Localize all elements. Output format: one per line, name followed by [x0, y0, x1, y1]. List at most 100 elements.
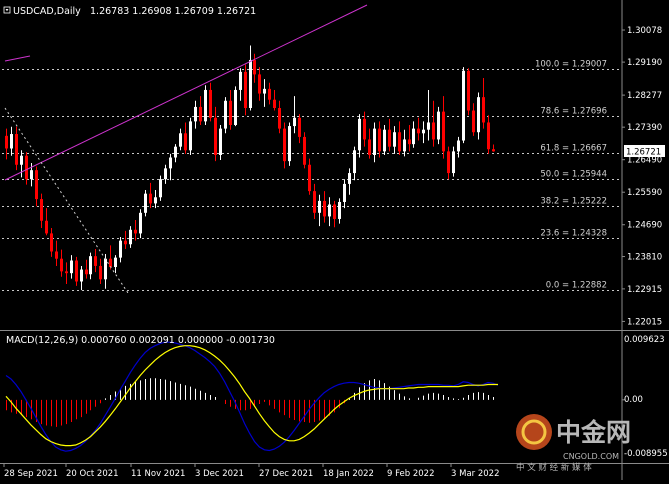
candle-down: [368, 139, 371, 155]
candle-down: [408, 139, 411, 145]
candle-down: [492, 149, 495, 152]
candle-down: [482, 97, 485, 123]
fib-level-label: 50.0 = 1.25944: [540, 170, 607, 180]
candle-down: [244, 71, 247, 109]
candle-down: [298, 117, 301, 137]
price-tick-label: 1.22015: [627, 317, 662, 327]
candle-down: [45, 220, 48, 234]
candle-up: [343, 183, 346, 202]
candle-up: [119, 240, 122, 258]
fib-level-label: 23.6 = 1.24328: [540, 229, 607, 239]
candle-up: [403, 139, 406, 152]
candle-down: [60, 258, 63, 272]
candle-up: [89, 256, 92, 275]
candle-down: [35, 170, 38, 200]
candle-down: [378, 128, 381, 152]
candle-up: [174, 146, 177, 158]
candle-down: [229, 100, 232, 125]
current-price-marker: 1.26721: [624, 145, 665, 158]
candle-up: [293, 117, 296, 127]
candle-down: [209, 89, 212, 118]
candle-down: [273, 99, 276, 109]
candle-down: [75, 260, 78, 282]
price-tick-label: 1.28277: [627, 91, 662, 101]
date-tick-label: 9 Feb 2022: [387, 469, 435, 479]
price-tick-label: 1.22915: [627, 285, 662, 295]
candle-down: [268, 88, 271, 100]
candle-up: [30, 170, 33, 180]
candle-down: [258, 74, 261, 94]
candle-up: [452, 151, 455, 174]
candle-up: [154, 197, 157, 204]
candle-up: [204, 89, 207, 122]
candle-up: [114, 257, 117, 268]
candle-up: [318, 200, 321, 213]
fib-level-label: 78.6 = 1.27696: [540, 107, 607, 117]
candle-down: [134, 229, 137, 234]
candle-down: [65, 271, 68, 274]
candle-down: [398, 132, 401, 152]
candle-up: [457, 140, 460, 152]
candle-up: [288, 126, 291, 162]
candle-down: [487, 122, 490, 150]
price-chart-svg[interactable]: 100.0 = 1.29007 78.6 = 1.27696 61.8 = 1.26…: [0, 0, 669, 480]
chart-window: 100.0 = 1.29007 78.6 = 1.27696 61.8 = 1.26…: [0, 0, 669, 480]
candle-up: [383, 129, 386, 152]
candle-down: [388, 129, 391, 147]
date-tick-label: 18 Jan 2022: [323, 469, 374, 479]
candle-up: [422, 129, 425, 134]
fib-level-label: 100.0 = 1.29007: [535, 60, 607, 70]
candle-up: [129, 229, 132, 245]
watermark-tagline: 中 文 财 经 新 媒 体: [516, 462, 592, 473]
candle-up: [358, 118, 361, 151]
date-tick-label: 3 Dec 2021: [195, 469, 244, 479]
candle-down: [283, 128, 286, 162]
price-tick-label: 1.30078: [627, 26, 662, 36]
candle-down: [109, 258, 112, 268]
price-tick-label: 1.25590: [627, 188, 662, 198]
macd-axis-top: 0.009623: [624, 335, 665, 345]
candle-down: [363, 118, 366, 140]
candle-down: [278, 108, 281, 129]
candle-up: [20, 155, 23, 165]
candle-down: [184, 133, 187, 151]
candle-up: [477, 97, 480, 133]
brand-logo-icon: [516, 414, 552, 450]
candle-up: [249, 59, 252, 109]
candle-down: [308, 164, 311, 192]
candle-down: [417, 128, 420, 134]
candle-up: [239, 71, 242, 90]
date-tick-label: 11 Nov 2021: [131, 469, 185, 479]
candle-down: [124, 240, 127, 245]
date-tick-label: 20 Oct 2021: [66, 469, 119, 479]
price-tick-label: 1.27390: [627, 123, 662, 133]
candle-down: [303, 136, 306, 165]
candle-down: [15, 134, 18, 165]
candle-up: [159, 179, 162, 198]
candle-up: [219, 128, 222, 155]
candle-up: [164, 168, 167, 180]
candle-up: [224, 100, 227, 129]
current-price-label: 1.26721: [626, 148, 661, 158]
candle-down: [40, 199, 43, 221]
candle-up: [462, 70, 465, 141]
candle-up: [104, 258, 107, 280]
price-tick-label: 1.24690: [627, 221, 662, 231]
candle-up: [263, 88, 266, 94]
candle-down: [149, 193, 152, 204]
candle-down: [25, 155, 28, 180]
candle-up: [234, 89, 237, 125]
candle-up: [338, 201, 341, 219]
macd-axis-bottom: -0.008955: [624, 449, 668, 459]
fib-level-label: 61.8 = 1.26667: [540, 144, 607, 154]
candle-up: [139, 212, 142, 234]
candle-up: [179, 133, 182, 147]
candle-down: [333, 204, 336, 219]
candle-up: [427, 122, 430, 130]
candle-down: [447, 151, 450, 174]
candle-up: [348, 173, 351, 184]
ohlc-values: 1.26783 1.26908 1.26709 1.26721: [90, 6, 256, 17]
watermark-url: CNGOLD.COM: [563, 452, 619, 461]
date-tick-label: 27 Dec 2021: [259, 469, 313, 479]
candle-down: [99, 265, 102, 280]
